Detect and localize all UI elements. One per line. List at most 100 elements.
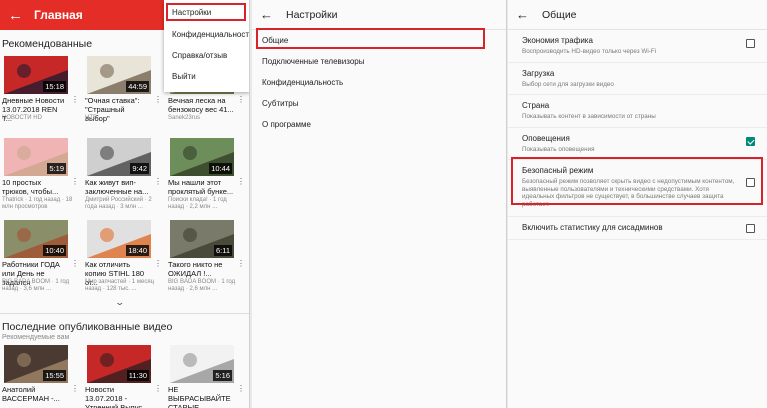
video-duration: 10:44 [209,163,232,174]
latest-video-card[interactable]: 15:55 Анатолий ВАССЕРМАН -... ⋮ [0,345,83,408]
more-vert-icon[interactable]: ⋮ [237,260,245,268]
highlight-general [256,28,485,49]
more-vert-icon[interactable]: ⋮ [71,260,79,268]
video-meta: Мир запчастей · 1 месяц назад · 128 тыс.… [85,279,155,292]
video-duration: 15:18 [43,81,66,92]
video-thumbnail[interactable]: 15:18 [4,56,68,94]
setting-title: Экономия трафика [522,36,593,45]
video-thumbnail[interactable]: 11:30 [87,345,151,383]
video-thumbnail[interactable]: 9:42 [87,138,151,176]
home-title: Главная [34,8,83,22]
latest-video-card[interactable]: 11:30 Новости 13.07.2018 - Утренний Выпус… [83,345,166,408]
menu-item-privacy[interactable]: Конфиденциальность [164,24,249,45]
setting-description: Воспроизводить HD-видео только через Wi-… [522,48,657,55]
video-title[interactable]: Такого никто не ОЖИДАЛ !... [168,260,234,278]
more-vert-icon[interactable]: ⋮ [237,178,245,186]
video-meta: BIG BADA BOOM · 1 год назад · 2,6 млн ..… [168,279,236,292]
video-card[interactable]: 6:11 Такого никто не ОЖИДАЛ !... ⋮ BIG BADA… [166,220,249,302]
settings-item-tv[interactable]: Подключенные телевизоры [252,51,506,72]
video-title[interactable]: 10 простых трюков, чтобы... [2,178,68,196]
video-card[interactable]: 18:40 Как отличить копию STIHL 180 от... ⋮… [83,220,166,302]
video-duration: 6:11 [213,245,232,256]
video-duration: 11:30 [126,370,149,381]
video-duration: 5:16 [213,370,232,381]
video-thumbnail[interactable]: 5:16 [170,345,234,383]
video-duration: 18:40 [126,245,149,256]
section-latest: Последние опубликованные видео [2,321,173,333]
checkbox[interactable] [746,39,755,48]
setting-item[interactable]: Оповещения Показывать оповещения [508,128,767,160]
more-vert-icon[interactable]: ⋮ [237,385,245,393]
video-duration: 5:19 [47,163,66,174]
more-vert-icon[interactable]: ⋮ [154,96,162,104]
video-title[interactable]: НЕ ВЫБРАСЫВАЙТЕ СТАРЫЕ... [168,385,234,408]
setting-item[interactable]: Включить статистику для сисадминов [508,217,767,240]
setting-item[interactable]: Страна Показывать контент в зависимости о… [508,95,767,128]
video-thumbnail[interactable]: 15:55 [4,345,68,383]
video-card[interactable]: 5:19 10 простых трюков, чтобы... ⋮ Thatrick… [0,138,83,220]
divider [0,313,249,314]
settings-item-about[interactable]: О программе [252,114,506,135]
video-meta: Thatrick · 1 год назад · 18 млн просмотр… [2,197,73,210]
video-duration: 9:42 [130,163,149,174]
setting-title: Включить статистику для сисадминов [522,223,663,232]
video-meta: НТВ [85,115,97,121]
video-card[interactable]: 10:44 Мы нашли этот проклятый бунке... ⋮ По… [166,138,249,220]
more-vert-icon[interactable]: ⋮ [71,385,79,393]
video-card[interactable]: 10:40 Работники ГОДА или День не задался ⋮… [0,220,83,302]
settings-item-subtitles[interactable]: Субтитры [252,93,506,114]
video-duration: 15:55 [43,370,66,381]
arrow-left-icon[interactable]: ← [516,7,536,22]
more-vert-icon[interactable]: ⋮ [154,178,162,186]
video-title[interactable]: Анатолий ВАССЕРМАН -... [2,385,68,403]
settings-panel: ← Настройки Общие Подключенные телевизор… [252,0,507,408]
video-thumbnail[interactable]: 6:11 [170,220,234,258]
video-thumbnail[interactable]: 5:19 [4,138,68,176]
more-vert-icon[interactable]: ⋮ [71,178,79,186]
video-title[interactable]: Мы нашли этот проклятый бунке... [168,178,234,196]
video-thumbnail[interactable]: 18:40 [87,220,151,258]
video-card[interactable]: 44:59 "Очная ставка": "Страшный выбор" ⋮ НТ… [83,56,166,138]
setting-description: Показывать контент в зависимости от стра… [522,113,656,120]
setting-title: Страна [522,101,550,110]
setting-title: Загрузка [522,68,555,78]
setting-description: Показывать оповещения [522,145,595,153]
settings-app-bar: ← Настройки [252,0,506,30]
arrow-left-icon[interactable]: ← [260,7,280,22]
more-vert-icon[interactable]: ⋮ [154,260,162,268]
more-vert-icon[interactable]: ⋮ [154,385,162,393]
setting-item[interactable]: Экономия трафика Воспроизводить HD-видео … [508,30,767,63]
home-panel: ← Главная Рекомендованные 15:18 Дневные Н… [0,0,250,408]
setting-description: Выбор сети для загрузки видео [522,80,614,88]
video-card[interactable]: 9:42 Как живут вип-заключенные на... ⋮ Дмит… [83,138,166,220]
general-app-bar: ← Общие [508,0,767,30]
more-vert-icon[interactable]: ⋮ [237,96,245,104]
chevron-down-icon[interactable]: ⌄ [114,297,125,308]
settings-item-privacy[interactable]: Конфиденциальность [252,72,506,93]
setting-item[interactable]: Загрузка Выбор сети для загрузки видео [508,63,767,95]
more-vert-icon[interactable]: ⋮ [71,96,79,104]
video-title[interactable]: Новости 13.07.2018 - Утренний Выпус... [85,385,151,408]
video-thumbnail[interactable]: 10:40 [4,220,68,258]
video-row: 5:19 10 простых трюков, чтобы... ⋮ Thatrick… [0,138,249,220]
video-card[interactable]: 15:18 Дневные Новости 13.07.2018 REN T...… [0,56,83,138]
general-title: Общие [542,8,577,21]
video-thumbnail[interactable]: 44:59 [87,56,151,94]
highlight-settings [166,3,246,21]
video-meta: BIG BADA BOOM · 1 год назад · 3,6 млн ..… [2,279,70,292]
latest-video-card[interactable]: 5:16 НЕ ВЫБРАСЫВАЙТЕ СТАРЫЕ... ⋮ [166,345,249,408]
video-meta: Sanek23rus [168,115,201,121]
video-title[interactable]: Вечная леска на бензокосу вес 41... [168,96,234,114]
video-thumbnail[interactable]: 10:44 [170,138,234,176]
checkbox[interactable] [746,224,755,233]
video-row: 10:40 Работники ГОДА или День не задался ⋮… [0,220,249,302]
video-meta: НОВОСТИ HD [2,115,42,121]
video-grid: 15:18 Дневные Новости 13.07.2018 REN T...… [0,56,249,302]
video-title[interactable]: Как живут вип-заключенные на... [85,178,151,196]
menu-item-logout[interactable]: Выйти [164,66,249,87]
menu-item-help[interactable]: Справка/отзыв [164,45,249,66]
checkbox-checked[interactable] [746,136,755,146]
video-meta: Поиски клада! · 1 год назад · 2,2 млн ..… [168,197,227,210]
section-latest-sub: Рекомендуемые вам [2,334,70,341]
arrow-left-icon[interactable]: ← [8,7,26,24]
